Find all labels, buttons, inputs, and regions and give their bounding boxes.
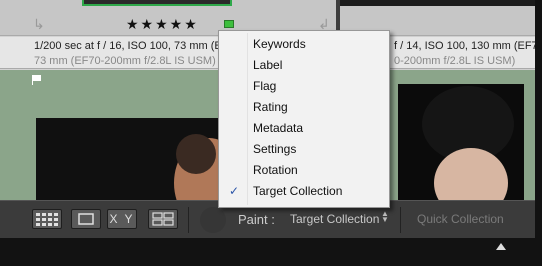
menu-item-label: Keywords xyxy=(253,37,306,51)
toolbar-divider xyxy=(400,207,401,233)
survey-view-button[interactable] xyxy=(148,209,178,229)
menu-item-label: Label xyxy=(253,58,283,72)
menu-item-label: Rotation xyxy=(253,163,298,177)
checkmark-icon: ✓ xyxy=(229,184,240,198)
survey-icon xyxy=(152,212,174,226)
selected-thumbnail-edge xyxy=(82,0,232,6)
thumbnail-edge xyxy=(340,0,535,6)
menu-item-label: Rating xyxy=(253,100,288,114)
portrait-hair xyxy=(176,134,216,174)
menu-item-metadata[interactable]: Metadata xyxy=(219,118,389,139)
rotate-left-icon[interactable]: ↳ xyxy=(33,16,45,33)
exposure-info: f / 14, ISO 100, 130 mm (EF70-200mm xyxy=(394,40,535,52)
color-label-green[interactable] xyxy=(224,20,234,28)
painter-spray-can-icon[interactable] xyxy=(200,207,226,233)
paint-target-dropdown[interactable]: Target Collection xyxy=(290,212,379,226)
menu-item-keywords[interactable]: Keywords xyxy=(219,34,389,55)
loupe-view-button[interactable] xyxy=(71,209,101,229)
menu-item-label: Metadata xyxy=(253,121,304,135)
paint-label: Paint : xyxy=(238,212,275,227)
quick-collection-label[interactable]: Quick Collection xyxy=(417,212,504,226)
menu-item-label: Settings xyxy=(253,142,297,156)
grid-view-button[interactable] xyxy=(32,209,62,229)
menu-item-label[interactable]: Label xyxy=(219,55,389,76)
compare-view-button[interactable]: X Y xyxy=(107,209,137,229)
menu-item-label: Flag xyxy=(253,79,277,93)
menu-item-settings[interactable]: Settings xyxy=(219,139,389,160)
menu-item-rating[interactable]: Rating xyxy=(219,97,389,118)
star-rating[interactable]: ★★★★★ xyxy=(126,16,199,33)
photo-thumbnail-right[interactable] xyxy=(398,84,524,200)
loupe-icon xyxy=(78,213,94,225)
menu-item-target-collection[interactable]: ✓ Target Collection xyxy=(219,181,389,202)
grid-icon xyxy=(36,213,58,226)
menu-item-label: Target Collection xyxy=(253,184,343,198)
paint-mode-menu: Keywords Label Flag Rating Metadata Sett… xyxy=(218,30,390,208)
panel-toggle-triangle-icon[interactable] xyxy=(496,243,506,250)
lens-info: 0-200mm f/2.8L IS USM) xyxy=(394,55,516,67)
pick-flag-icon[interactable] xyxy=(32,75,42,85)
menu-item-flag[interactable]: Flag xyxy=(219,76,389,97)
menu-item-rotation[interactable]: Rotation xyxy=(219,160,389,181)
dropdown-arrows-icon[interactable]: ▲ ▼ xyxy=(381,210,389,224)
toolbar-divider xyxy=(188,207,189,233)
